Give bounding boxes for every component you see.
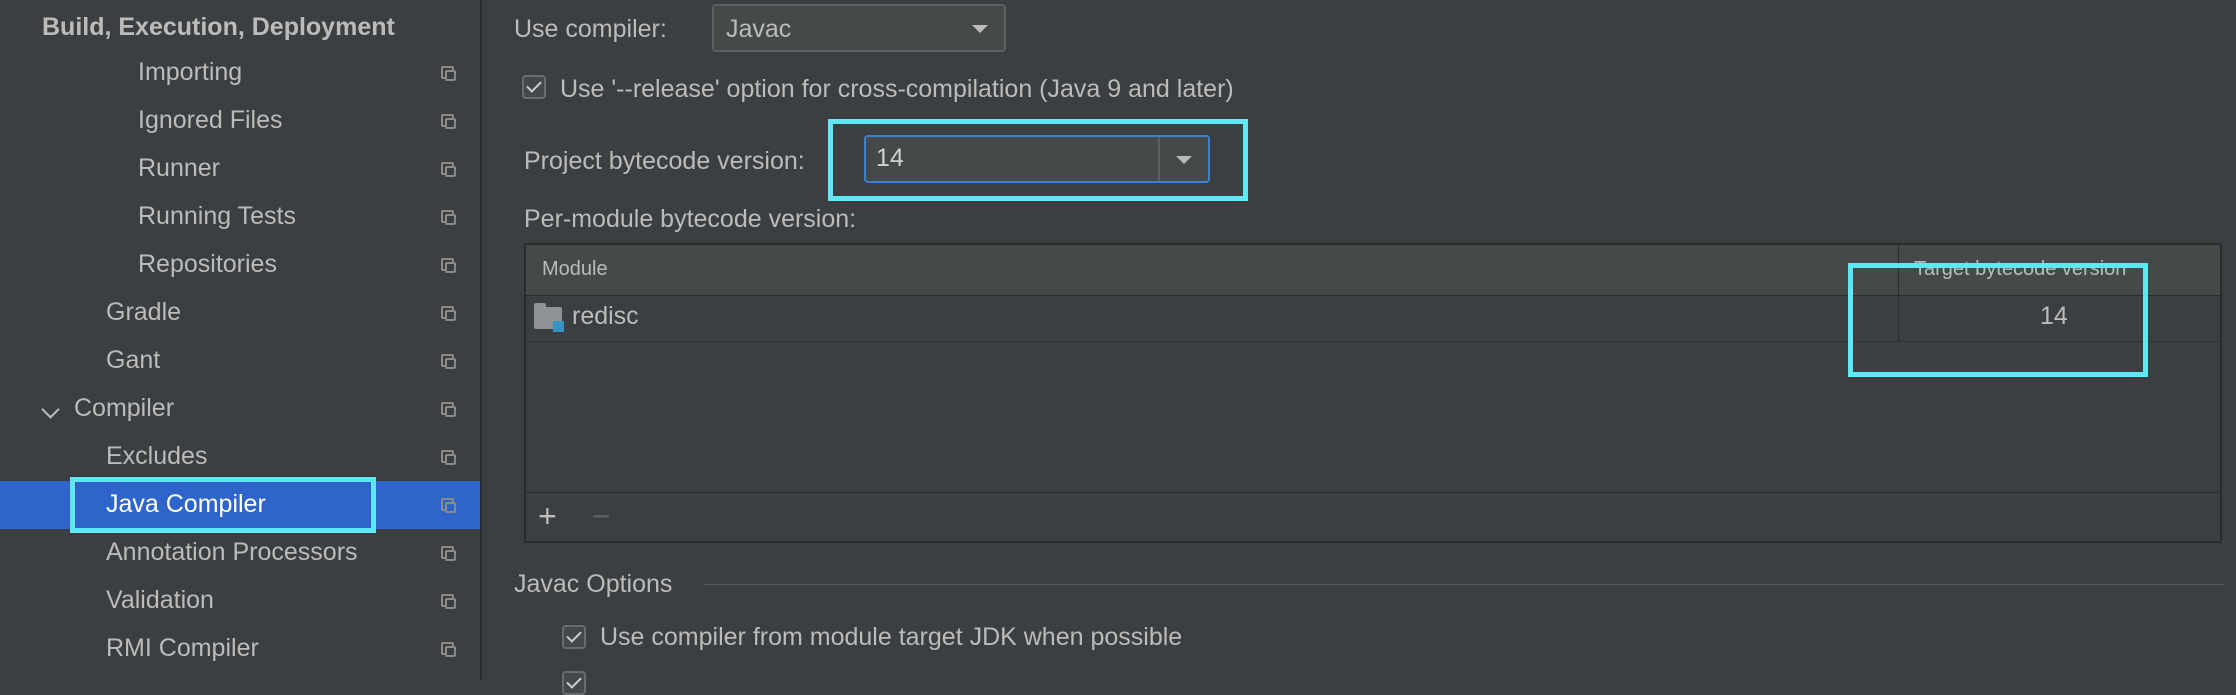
copy-settings-icon xyxy=(441,594,456,609)
copy-settings-icon xyxy=(441,258,456,273)
column-separator xyxy=(1898,295,1899,341)
chevron-down-icon[interactable] xyxy=(1176,156,1192,164)
copy-settings-icon xyxy=(441,498,456,513)
module-name: redisc xyxy=(572,302,639,330)
section-divider xyxy=(704,584,2224,585)
sidebar-item-validation[interactable]: Validation xyxy=(0,577,480,625)
sidebar-item-gradle[interactable]: Gradle xyxy=(0,289,480,337)
sidebar-item-label: RMI Compiler xyxy=(106,634,259,662)
sidebar-section-title: Build, Execution, Deployment xyxy=(42,13,395,41)
sidebar-item-label: Importing xyxy=(138,58,243,86)
javac-options-title: Javac Options xyxy=(514,570,673,598)
module-folder-icon xyxy=(534,303,564,332)
sidebar-item-compiler[interactable]: Compiler xyxy=(0,385,480,433)
java-compiler-panel: Use compiler: Javac Use '--release' opti… xyxy=(482,0,2236,695)
remove-module-button[interactable]: − xyxy=(592,498,611,535)
sidebar-item-ignored-files[interactable]: Ignored Files xyxy=(0,97,480,145)
sidebar-item-rmi-compiler[interactable]: RMI Compiler xyxy=(0,625,480,673)
sidebar-item-label: Running Tests xyxy=(138,202,296,230)
copy-settings-icon xyxy=(441,354,456,369)
combo-separator xyxy=(1158,137,1160,181)
release-option-checkbox[interactable] xyxy=(522,75,546,99)
column-separator xyxy=(1898,245,1899,295)
settings-sidebar: Build, Execution, Deployment Importing I… xyxy=(0,0,482,680)
sidebar-item-label: Validation xyxy=(106,586,214,614)
project-bytecode-input[interactable] xyxy=(876,143,1146,173)
sidebar-item-running-tests[interactable]: Running Tests xyxy=(0,193,480,241)
module-target-version[interactable]: 14 xyxy=(2040,302,2068,331)
chevron-down-icon xyxy=(972,25,988,33)
copy-settings-icon xyxy=(441,162,456,177)
project-bytecode-label: Project bytecode version: xyxy=(524,147,805,175)
copy-settings-icon xyxy=(441,450,456,465)
sidebar-item-label: Annotation Processors xyxy=(106,538,358,566)
per-module-label: Per-module bytecode version: xyxy=(524,205,857,233)
column-header-target-version[interactable]: Target bytecode version xyxy=(1914,258,2126,281)
table-toolbar: + − xyxy=(526,492,2220,541)
sidebar-item-importing[interactable]: Importing xyxy=(0,49,480,97)
use-compiler-select[interactable]: Javac xyxy=(712,4,1006,52)
project-bytecode-select[interactable] xyxy=(864,135,1210,183)
sidebar-item-label: Ignored Files xyxy=(138,106,283,134)
column-header-module[interactable]: Module xyxy=(542,258,608,281)
sidebar-item-repositories[interactable]: Repositories xyxy=(0,241,480,289)
sidebar-item-label: Compiler xyxy=(74,394,175,422)
use-compiler-value: Javac xyxy=(726,15,792,43)
sidebar-item-label: Excludes xyxy=(106,442,208,470)
use-module-jdk-checkbox[interactable] xyxy=(562,625,586,649)
sidebar-item-label: Repositories xyxy=(138,250,277,278)
sidebar-item-gant[interactable]: Gant xyxy=(0,337,480,385)
use-compiler-label: Use compiler: xyxy=(514,15,667,43)
copy-settings-icon xyxy=(441,210,456,225)
copy-settings-icon xyxy=(441,402,456,417)
sidebar-item-label: Gradle xyxy=(106,298,182,326)
sidebar-item-annotation-processors[interactable]: Annotation Processors xyxy=(0,529,480,577)
sidebar-item-label: Java Compiler xyxy=(106,490,266,518)
copy-settings-icon xyxy=(441,546,456,561)
table-header: Module Target bytecode version xyxy=(526,245,2220,296)
sidebar-item-java-compiler[interactable]: Java Compiler xyxy=(0,481,480,529)
sidebar-item-label: Runner xyxy=(138,154,220,182)
sidebar-item-excludes[interactable]: Excludes xyxy=(0,433,480,481)
copy-settings-icon xyxy=(441,642,456,657)
sidebar-item-label: Gant xyxy=(106,346,161,374)
table-row[interactable]: redisc 14 xyxy=(526,295,2220,342)
chevron-down-icon[interactable] xyxy=(41,400,60,419)
copy-settings-icon xyxy=(441,306,456,321)
add-module-button[interactable]: + xyxy=(538,498,557,535)
copy-settings-icon xyxy=(441,66,456,81)
next-option-checkbox[interactable] xyxy=(562,671,586,695)
sidebar-item-runner[interactable]: Runner xyxy=(0,145,480,193)
copy-settings-icon xyxy=(441,114,456,129)
module-bytecode-table: Module Target bytecode version redisc 14… xyxy=(524,243,2222,543)
use-module-jdk-label: Use compiler from module target JDK when… xyxy=(600,623,1183,651)
release-option-label: Use '--release' option for cross-compila… xyxy=(560,75,1234,103)
